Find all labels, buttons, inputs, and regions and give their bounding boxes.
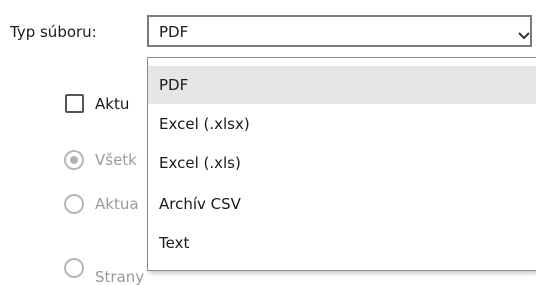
- current-checkbox[interactable]: [65, 94, 84, 113]
- radio-all-label: Všetk: [95, 151, 137, 169]
- radio-pages-label: Strany: [95, 268, 145, 285]
- export-dialog: Typ súboru: PDF Aktu Všetk Aktua Strany …: [0, 0, 536, 285]
- file-type-label: Typ súboru:: [10, 23, 97, 41]
- radio-current-label: Aktua: [95, 195, 139, 213]
- radio-current[interactable]: [64, 194, 84, 214]
- radio-all[interactable]: [64, 150, 84, 170]
- dropdown-item-csv-archive[interactable]: Archív CSV: [148, 185, 536, 223]
- radio-pages[interactable]: [64, 258, 84, 278]
- file-type-dropdown-list: PDF Excel (.xlsx) Excel (.xls) Archív CS…: [147, 57, 536, 271]
- current-checkbox-label: Aktu: [95, 95, 130, 113]
- file-type-select[interactable]: PDF: [147, 15, 532, 47]
- dropdown-item-excel-xlsx[interactable]: Excel (.xlsx): [148, 105, 536, 143]
- file-type-selected-value: PDF: [159, 23, 189, 41]
- dropdown-item-pdf[interactable]: PDF: [148, 66, 536, 104]
- dropdown-item-excel-xls[interactable]: Excel (.xls): [148, 144, 536, 182]
- chevron-down-icon: [518, 26, 530, 40]
- dropdown-item-text[interactable]: Text: [148, 224, 536, 262]
